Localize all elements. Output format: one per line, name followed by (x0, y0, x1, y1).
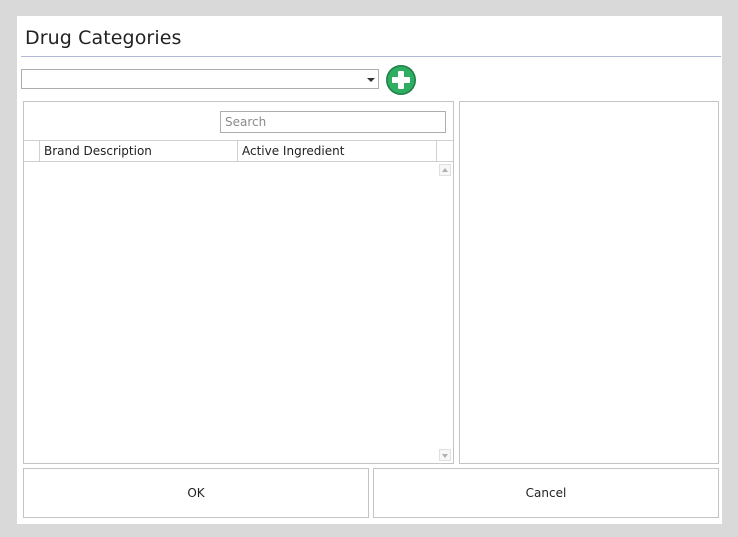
scroll-down-button[interactable] (439, 449, 451, 461)
drug-categories-dialog: Drug Categories Brand Description Active… (17, 16, 722, 524)
arrow-up-icon (442, 168, 448, 172)
add-category-button[interactable] (385, 64, 417, 96)
dialog-title: Drug Categories (25, 27, 182, 49)
cancel-button[interactable]: Cancel (373, 468, 719, 518)
ok-button[interactable]: OK (23, 468, 369, 518)
plus-circle-icon (386, 65, 416, 95)
search-input[interactable] (220, 111, 446, 133)
column-header-active-ingredient[interactable]: Active Ingredient (238, 141, 437, 161)
row-header-cell (24, 141, 40, 161)
category-dropdown[interactable] (21, 69, 379, 89)
chevron-down-icon[interactable] (367, 78, 375, 82)
column-header-brand-description[interactable]: Brand Description (40, 141, 238, 161)
arrow-down-icon (442, 454, 448, 458)
scroll-up-button[interactable] (439, 164, 451, 176)
title-divider (21, 56, 721, 57)
detail-panel (459, 101, 719, 464)
drug-list-panel: Brand Description Active Ingredient (23, 101, 454, 464)
grid-header: Brand Description Active Ingredient (24, 140, 453, 162)
